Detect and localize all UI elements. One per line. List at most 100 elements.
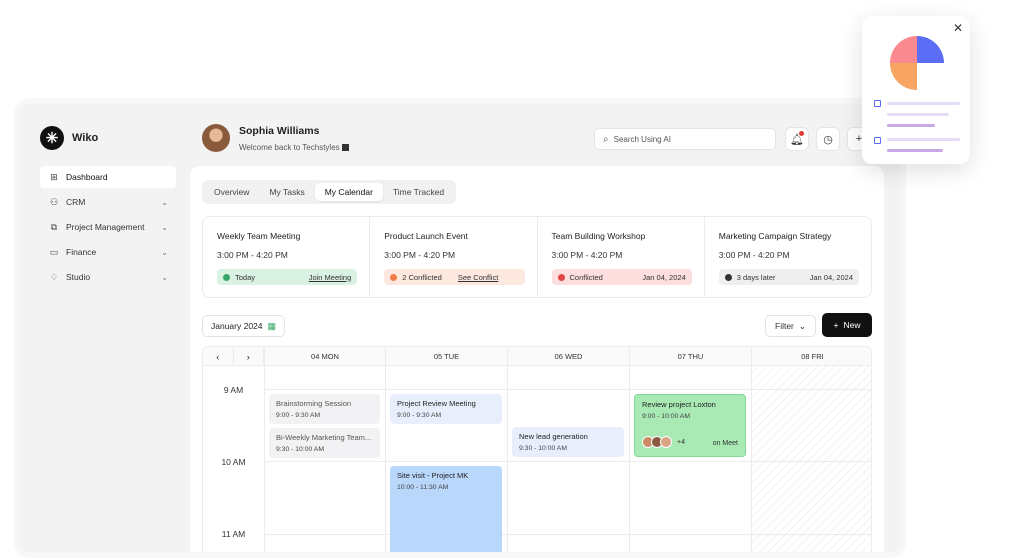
calendar-event[interactable]: Review project Loxton 9:00 - 10:00 AM +4… — [634, 394, 746, 457]
building-icon — [341, 144, 349, 151]
diamond-icon: ♢ — [49, 271, 59, 282]
event-card[interactable]: Weekly Team Meeting 3:00 PM - 4:20 PM To… — [203, 217, 371, 297]
event-card[interactable]: Team Building Workshop 3:00 PM - 4:20 PM… — [538, 217, 705, 297]
sidebar-nav: ⊞ Dashboard ⚇ CRM ⌄ ⧉ Project Management… — [40, 166, 176, 291]
day-header: 07 THU — [629, 347, 751, 366]
status-badge: Today Join Meeting — [217, 269, 358, 285]
day-header: 05 TUE — [385, 347, 507, 366]
event-title: Review project Loxton — [642, 400, 716, 409]
tab-time-tracked[interactable]: Time Tracked — [383, 183, 454, 201]
tab-my-tasks[interactable]: My Tasks — [259, 183, 314, 201]
event-time: 9:00 - 10:00 AM — [642, 413, 690, 420]
sidebar-item-project-management[interactable]: ⧉ Project Management ⌄ — [40, 216, 176, 238]
header: Sophia Williams Welcome back to Techstyl… — [202, 122, 892, 158]
status-dot-icon — [223, 273, 230, 281]
status-dot-icon — [724, 273, 732, 281]
sidebar-item-label: Project Management — [66, 222, 145, 232]
pie-chart-icon — [890, 36, 944, 90]
chevron-down-icon: ⌄ — [161, 222, 168, 232]
day-header: 08 FRI — [751, 347, 871, 366]
asterisk-icon: ✳ — [40, 126, 64, 150]
sidebar-item-label: Finance — [66, 247, 97, 257]
status-badge: 3 days later Jan 04, 2024 — [718, 269, 859, 285]
status-badge: 2 Conflicted See Conflict — [384, 269, 525, 285]
calendar-event[interactable]: Site visit - Project MK 10:00 - 11:30 AM — [390, 466, 502, 552]
grid-line — [264, 534, 871, 535]
event-title: Site visit - Project MK — [397, 471, 469, 480]
status-badge: Conflicted Jan 04, 2024 — [551, 269, 692, 285]
app-name: Wiko — [72, 132, 99, 144]
sidebar-item-dashboard[interactable]: ⊞ Dashboard — [40, 166, 176, 188]
status-text: Today — [235, 272, 256, 282]
status-text: 3 days later — [736, 272, 776, 282]
sidebar-item-studio[interactable]: ♢ Studio ⌄ — [40, 266, 176, 288]
event-title: New lead generation — [519, 432, 588, 441]
users-icon: ⚇ — [49, 196, 59, 207]
logo[interactable]: ✳ Wiko — [40, 126, 98, 150]
calendar-event[interactable]: Brainstorming Session 9:00 - 9:30 AM — [269, 394, 380, 424]
see-conflict-link[interactable]: See Conflict — [458, 273, 498, 282]
next-week-button[interactable]: › — [234, 347, 264, 366]
welcome-text: Welcome back to Techstyles — [239, 143, 349, 152]
time-label: 11 AM — [221, 529, 246, 539]
week-nav: ‹ › — [203, 347, 264, 366]
grid-line — [385, 366, 386, 552]
tab-my-calendar[interactable]: My Calendar — [314, 183, 383, 201]
event-time: 3:00 PM - 4:20 PM — [551, 250, 623, 260]
chevron-down-icon: ⌄ — [161, 197, 168, 207]
search-input[interactable]: ⌕ Search Using AI — [594, 128, 776, 150]
new-event-button[interactable]: + New — [822, 313, 872, 337]
event-time: 9:00 - 9:30 AM — [397, 412, 442, 419]
upcoming-events: Weekly Team Meeting 3:00 PM - 4:20 PM To… — [202, 216, 872, 298]
status-dot-icon — [390, 273, 398, 281]
event-title: Product Launch Event — [384, 231, 468, 241]
grid-line — [264, 389, 871, 390]
close-icon[interactable]: ✕ — [953, 21, 963, 35]
search-placeholder: Search Using AI — [613, 134, 671, 144]
event-time: 3:00 PM - 4:20 PM — [718, 250, 790, 260]
status-dot-icon — [557, 273, 565, 281]
event-time: 9:30 - 10:00 AM — [519, 445, 567, 452]
filter-label: Filter — [775, 321, 794, 331]
avatar[interactable] — [202, 124, 230, 152]
event-card[interactable]: Product Launch Event 3:00 PM - 4:20 PM 2… — [370, 217, 538, 297]
tab-overview[interactable]: Overview — [204, 183, 259, 201]
calendar-event[interactable]: Bi-Weekly Marketing Team... 9:30 - 10:00… — [269, 428, 380, 458]
event-title: Project Review Meeting — [397, 399, 476, 408]
filter-button[interactable]: Filter ⌄ — [765, 315, 817, 337]
event-card[interactable]: Marketing Campaign Strategy 3:00 PM - 4:… — [705, 217, 871, 297]
calendar-header: ‹ › 04 MON 05 TUE 06 WED 07 THU 08 FRI — [203, 347, 871, 366]
prev-week-button[interactable]: ‹ — [203, 347, 234, 366]
notifications-button[interactable]: 🔔︎ — [785, 127, 809, 151]
event-title: Marketing Campaign Strategy — [718, 231, 832, 241]
calendar-icon: ▦ — [267, 320, 277, 331]
chart-widget-popup: ✕ — [862, 16, 970, 164]
month-picker[interactable]: January 2024 ▦ — [202, 315, 286, 337]
week-calendar: ‹ › 04 MON 05 TUE 06 WED 07 THU 08 FRI 9… — [202, 346, 872, 552]
grid-line — [507, 366, 508, 552]
user-name: Sophia Williams — [239, 125, 320, 137]
grid-line — [629, 366, 630, 552]
sidebar: ✳ Wiko ⊞ Dashboard ⚇ CRM ⌄ ⧉ Project Man… — [20, 104, 188, 552]
event-time: 9:30 - 10:00 AM — [276, 446, 324, 453]
folders-icon: ⧉ — [50, 221, 58, 232]
status-text: 2 Conflicted — [402, 272, 442, 282]
sidebar-item-finance[interactable]: ▭ Finance ⌄ — [40, 241, 176, 263]
history-button[interactable]: ◷ — [816, 127, 840, 151]
event-date: Jan 04, 2024 — [809, 272, 853, 282]
join-meeting-link[interactable]: Join Meeting — [309, 273, 352, 282]
event-time: 3:00 PM - 4:20 PM — [217, 250, 288, 260]
checkbox-icon[interactable] — [874, 137, 881, 144]
placeholder-line — [887, 138, 960, 141]
calendar-event[interactable]: Project Review Meeting 9:00 - 9:30 AM — [390, 394, 502, 424]
avatar — [660, 436, 672, 448]
meeting-location: on Meet — [712, 440, 738, 447]
checkbox-icon[interactable] — [874, 100, 881, 107]
event-title: Brainstorming Session — [276, 399, 352, 408]
sidebar-item-crm[interactable]: ⚇ CRM ⌄ — [40, 191, 176, 213]
event-title: Bi-Weekly Marketing Team... — [276, 433, 372, 442]
sidebar-item-label: Studio — [66, 272, 91, 282]
status-text: Conflicted — [569, 272, 603, 282]
sidebar-item-label: CRM — [66, 197, 86, 207]
calendar-event[interactable]: New lead generation 9:30 - 10:00 AM — [512, 427, 624, 457]
